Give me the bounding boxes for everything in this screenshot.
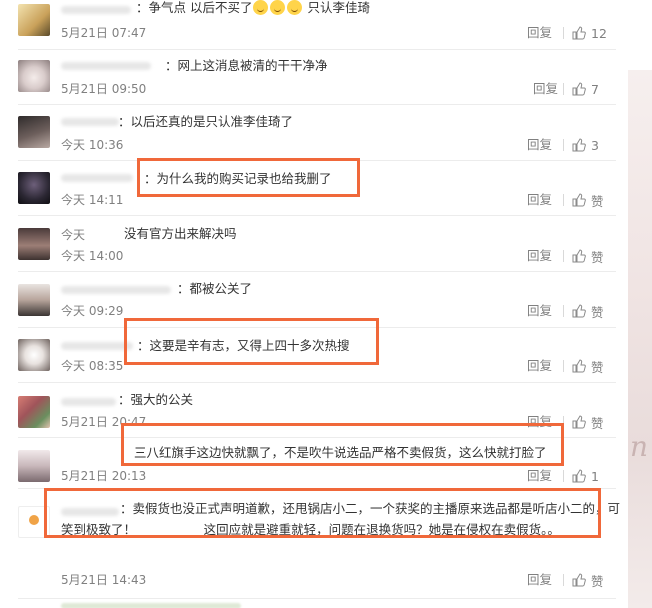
reply-button[interactable]: 回复 <box>527 137 552 153</box>
avatar[interactable] <box>18 396 50 428</box>
background-image-strip: n <box>628 70 652 608</box>
thumbs-up-icon <box>572 304 586 318</box>
like-count: 1 <box>591 468 599 484</box>
comment-time: 今天 10:36 <box>61 138 124 152</box>
highlight-box <box>137 158 360 197</box>
divider <box>563 83 564 95</box>
avatar[interactable] <box>18 116 50 148</box>
comment-time: 5月21日 09:50 <box>61 82 147 96</box>
like-count: 赞 <box>591 304 604 320</box>
divider <box>563 250 564 262</box>
thumbs-up-icon <box>572 359 586 373</box>
username-blurred[interactable] <box>61 58 151 74</box>
thumbs-up-icon <box>572 573 586 587</box>
username-blurred[interactable] <box>61 170 141 186</box>
decorative-letter: n <box>630 430 649 463</box>
divider <box>563 305 564 317</box>
comment-time: 今天 08:35 <box>61 359 124 373</box>
avatar[interactable] <box>18 284 50 316</box>
like-button[interactable]: 赞 <box>572 248 604 265</box>
like-button[interactable]: 7 <box>572 81 599 97</box>
smile-emoji-icon <box>252 0 268 15</box>
reply-button[interactable]: 回复 <box>533 81 558 97</box>
comment-time: 今天 14:11 <box>61 193 124 207</box>
username-blurred[interactable] <box>61 2 141 18</box>
thumbs-up-icon <box>572 138 586 152</box>
like-button[interactable]: 3 <box>572 137 599 153</box>
thumbs-up-icon <box>572 249 586 263</box>
comment-text: ：网上这消息被清的干干净净 <box>165 58 328 73</box>
divider <box>563 574 564 586</box>
like-count: 7 <box>591 81 599 97</box>
divider <box>18 598 616 599</box>
like-count: 赞 <box>591 359 604 375</box>
divider <box>18 104 616 105</box>
comment-text: 没有官方出来解决吗 <box>124 226 237 241</box>
divider <box>563 139 564 151</box>
like-button[interactable]: 赞 <box>572 303 604 320</box>
avatar[interactable] <box>18 339 50 371</box>
divider <box>18 382 616 383</box>
divider <box>18 49 616 50</box>
divider <box>18 215 616 216</box>
avatar[interactable] <box>18 4 50 36</box>
comment-text: ：以后还真的是只认准李佳琦了 <box>118 114 294 129</box>
like-button[interactable]: 赞 <box>572 358 604 375</box>
thumbs-up-icon <box>572 193 586 207</box>
smile-emoji-icon <box>286 0 302 15</box>
thumbs-up-icon <box>572 82 586 96</box>
comment-time: 今天 09:29 <box>61 304 124 318</box>
avatar[interactable] <box>18 450 50 482</box>
like-button[interactable]: 1 <box>572 468 599 484</box>
comment-text: ：强大的公关 <box>118 392 194 407</box>
like-count: 赞 <box>591 249 604 265</box>
divider <box>563 360 564 372</box>
comment-time: 5月21日 07:47 <box>61 26 147 40</box>
thumbs-up-icon <box>572 415 586 429</box>
avatar[interactable] <box>18 228 50 260</box>
reply-button[interactable]: 回复 <box>527 572 552 588</box>
like-button[interactable]: 赞 <box>572 414 604 431</box>
like-button[interactable]: 12 <box>572 25 607 41</box>
highlight-box <box>124 318 379 365</box>
divider <box>563 27 564 39</box>
like-count: 3 <box>591 137 599 153</box>
like-count: 赞 <box>591 573 604 589</box>
like-button[interactable]: 赞 <box>572 572 604 589</box>
comment-time: 5月21日 14:43 <box>61 573 147 587</box>
highlight-box <box>44 488 601 538</box>
reply-button[interactable]: 回复 <box>527 303 552 319</box>
divider <box>563 470 564 482</box>
comment-text: ：都被公关了 <box>177 281 253 296</box>
reply-button[interactable]: 回复 <box>527 468 552 484</box>
username-blurred[interactable] <box>61 603 241 608</box>
reply-button[interactable]: 回复 <box>527 192 552 208</box>
comment-list: ：争气点 以后不买了 只认李佳琦 5月21日 07:47 回复 12 ：网上这消… <box>0 0 626 608</box>
divider <box>563 194 564 206</box>
username-blurred[interactable] <box>61 282 171 298</box>
comment-time: 5月21日 20:13 <box>61 469 147 483</box>
smile-emoji-icon <box>269 0 285 15</box>
reply-button[interactable]: 回复 <box>527 25 552 41</box>
thumbs-up-icon <box>572 469 586 483</box>
like-count: 12 <box>591 25 607 41</box>
thumbs-up-icon <box>572 26 586 40</box>
like-count: 赞 <box>591 415 604 431</box>
avatar[interactable] <box>18 172 50 204</box>
comment-item-partial <box>0 600 626 608</box>
divider <box>18 271 616 272</box>
like-button[interactable]: 赞 <box>572 192 604 209</box>
reply-button[interactable]: 回复 <box>527 358 552 374</box>
comment-text: ：争气点 以后不买了 只认李佳琦 <box>136 0 370 15</box>
like-count: 赞 <box>591 193 604 209</box>
reply-button[interactable]: 回复 <box>527 248 552 264</box>
comment-time: 今天 14:00 <box>61 249 124 263</box>
avatar[interactable] <box>18 60 50 92</box>
highlight-box <box>121 423 564 466</box>
